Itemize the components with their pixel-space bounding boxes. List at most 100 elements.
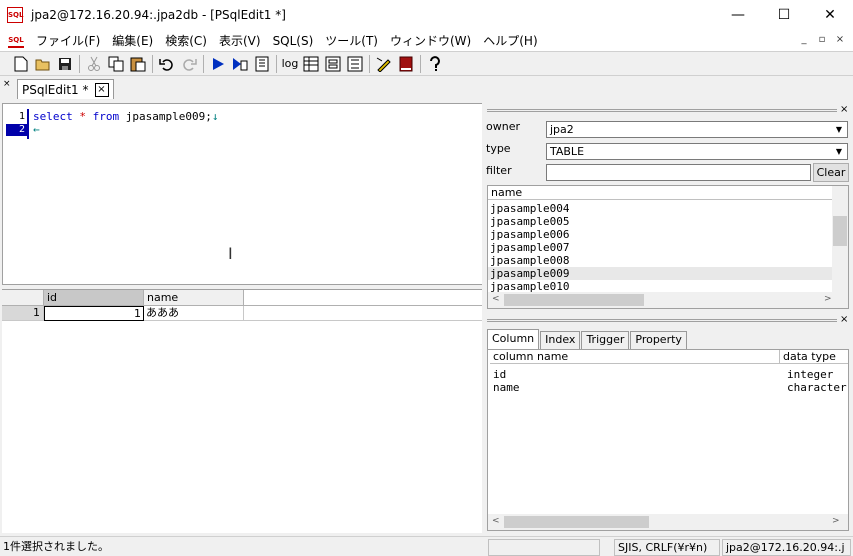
copy-button[interactable] xyxy=(105,53,127,75)
minimize-button[interactable]: — xyxy=(715,0,761,30)
menu-view[interactable]: 表示(V) xyxy=(213,32,267,49)
list-item[interactable]: jpasample010 xyxy=(488,280,833,292)
grid-header-id[interactable]: id xyxy=(44,290,144,306)
sql-editor[interactable]: 1 2 select * from jpasample009;↓ ← I xyxy=(2,103,482,285)
menu-file[interactable]: ファイル(F) xyxy=(30,32,106,49)
execute-button[interactable] xyxy=(207,53,229,75)
column-list-header-name[interactable]: column name xyxy=(490,350,780,364)
tab-column[interactable]: Column xyxy=(487,329,540,349)
status-empty-panel xyxy=(488,539,600,556)
column-name-cell[interactable]: name xyxy=(493,381,520,394)
column-list-horizontal-scrollbar[interactable]: < > xyxy=(488,514,848,530)
menu-search[interactable]: 検索(C) xyxy=(159,32,213,49)
execute-step-button[interactable] xyxy=(229,53,251,75)
column-list-header-type[interactable]: data type xyxy=(780,350,848,364)
tab-strip-close-icon[interactable]: × xyxy=(3,79,11,89)
menu-window[interactable]: ウィンドウ(W) xyxy=(384,32,477,49)
pane-close-icon[interactable]: × xyxy=(840,314,848,325)
type-select[interactable]: TABLE ▼ xyxy=(546,143,848,160)
explain-button[interactable] xyxy=(251,53,273,75)
toolbar-separator xyxy=(420,54,421,73)
redo-button[interactable] xyxy=(178,53,200,75)
mdi-minimize-button[interactable]: _ xyxy=(796,33,812,47)
highlight-button[interactable] xyxy=(373,53,395,75)
code-line-2: ← xyxy=(33,123,40,136)
table-list-header[interactable]: name xyxy=(488,186,833,200)
owner-select[interactable]: jpa2 ▼ xyxy=(546,121,848,138)
pane-grip[interactable] xyxy=(487,319,837,322)
table-list[interactable]: name jpasample004 jpasample005 jpasample… xyxy=(487,185,849,309)
help-button[interactable] xyxy=(424,53,446,75)
save-button[interactable] xyxy=(54,53,76,75)
mdi-restore-button[interactable]: ▫ xyxy=(814,33,830,47)
list-item[interactable]: jpasample008 xyxy=(488,254,833,267)
column-name-cell[interactable]: id xyxy=(493,368,506,381)
tab-index[interactable]: Index xyxy=(540,331,581,349)
new-file-button[interactable] xyxy=(10,53,32,75)
title-bar: SQL jpa2@172.16.20.94:.jpa2db - [PSqlEdi… xyxy=(0,0,853,30)
tab-trigger[interactable]: Trigger xyxy=(581,331,630,349)
scrollbar-thumb[interactable] xyxy=(504,516,649,528)
pane-grip[interactable] xyxy=(487,109,837,112)
grid-cell-name[interactable]: あああ xyxy=(144,306,244,321)
undo-button[interactable] xyxy=(156,53,178,75)
status-encoding: SJIS, CRLF(¥r¥n) xyxy=(614,539,720,556)
scrollbar-thumb[interactable] xyxy=(504,294,644,306)
app-icon: SQL xyxy=(7,7,23,23)
tab-close-icon[interactable]: × xyxy=(94,82,109,97)
tab-property[interactable]: Property xyxy=(630,331,687,349)
filter-input[interactable] xyxy=(546,164,811,181)
scrollbar-thumb[interactable] xyxy=(833,216,847,246)
menu-tools[interactable]: ツール(T) xyxy=(319,32,384,49)
log-button[interactable]: log xyxy=(280,53,300,75)
grid-header-name[interactable]: name xyxy=(144,290,244,306)
pane-close-icon[interactable]: × xyxy=(840,104,848,115)
paste-button[interactable] xyxy=(127,53,149,75)
list-item[interactable]: jpasample007 xyxy=(488,241,833,254)
book-button[interactable] xyxy=(395,53,417,75)
book-icon xyxy=(399,56,413,71)
grid-cell-id[interactable]: 1 xyxy=(44,306,144,321)
tab-psqledit1[interactable]: PSqlEdit1 * × xyxy=(17,79,114,99)
table-grid-icon xyxy=(303,56,319,71)
status-connection: jpa2@172.16.20.94:.j xyxy=(722,539,851,556)
maximize-button[interactable]: ☐ xyxy=(761,0,807,30)
toolbar-separator xyxy=(152,54,153,73)
list-item[interactable]: jpasample004 xyxy=(488,202,833,215)
menu-help[interactable]: ヘルプ(H) xyxy=(477,32,543,49)
list-item[interactable]: jpasample006 xyxy=(488,228,833,241)
open-file-button[interactable] xyxy=(32,53,54,75)
toolbar-separator xyxy=(276,54,277,73)
column-type-cell[interactable]: character xyxy=(787,381,847,394)
cut-button[interactable] xyxy=(83,53,105,75)
clear-button[interactable]: Clear xyxy=(813,163,849,182)
grid-view-button[interactable] xyxy=(300,53,322,75)
pencil-icon xyxy=(376,57,391,72)
mdi-close-button[interactable]: × xyxy=(832,33,848,47)
menu-sql[interactable]: SQL(S) xyxy=(267,34,320,48)
chevron-down-icon: ▼ xyxy=(835,125,843,134)
result-grid[interactable]: id name 1 1 あああ xyxy=(2,289,482,533)
column-list[interactable]: column name data type id integer name ch… xyxy=(487,349,849,531)
record-view-button[interactable] xyxy=(344,53,366,75)
keyword-from: from xyxy=(92,110,120,123)
scroll-right-icon[interactable]: > xyxy=(832,516,840,526)
newline-marker: ↓ xyxy=(211,110,219,123)
line-number-gutter: 1 2 xyxy=(6,109,29,139)
scroll-left-icon[interactable]: < xyxy=(492,516,500,526)
sql-doc-icon[interactable]: SQL xyxy=(8,34,24,48)
menu-edit[interactable]: 編集(E) xyxy=(106,32,159,49)
scroll-right-icon[interactable]: > xyxy=(824,294,832,304)
play-step-icon xyxy=(233,57,248,70)
close-button[interactable]: ✕ xyxy=(807,0,853,30)
list-item-selected[interactable]: jpasample009 xyxy=(488,267,833,280)
column-type-cell[interactable]: integer xyxy=(787,368,833,381)
table-list-vertical-scrollbar[interactable] xyxy=(832,186,848,292)
owner-label: owner xyxy=(486,120,520,133)
scroll-left-icon[interactable]: < xyxy=(492,294,500,304)
grid-row-number[interactable]: 1 xyxy=(2,306,44,321)
table-list-horizontal-scrollbar[interactable]: < > xyxy=(488,292,848,308)
detail-tabs: Column Index Trigger Property xyxy=(487,329,688,349)
form-view-button[interactable] xyxy=(322,53,344,75)
list-item[interactable]: jpasample005 xyxy=(488,215,833,228)
